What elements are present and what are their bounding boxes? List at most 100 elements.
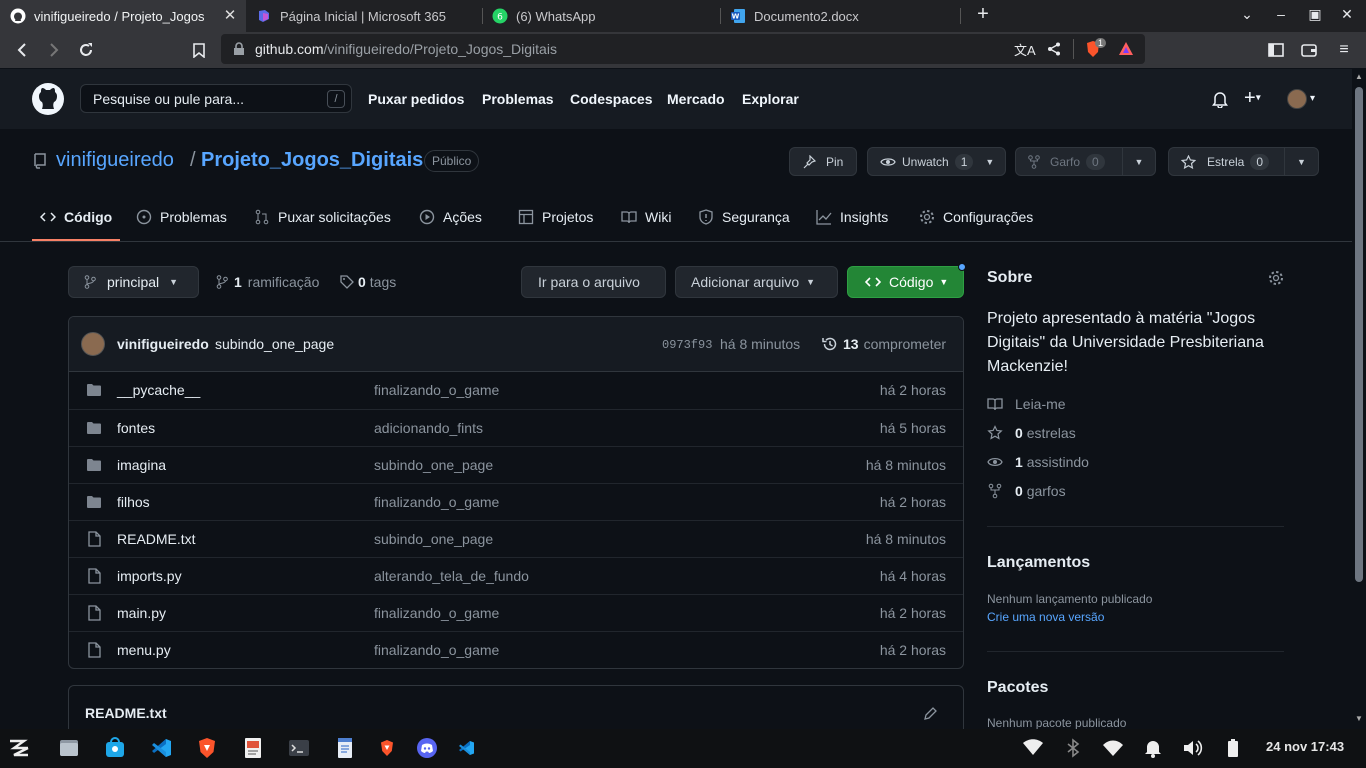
vscode-icon[interactable]	[150, 737, 172, 759]
branches-link[interactable]: 1 ramificação	[216, 274, 319, 290]
search-input[interactable]: Pesquise ou pule para... /	[80, 84, 352, 113]
file-commit-message-link[interactable]: adicionando_fints	[374, 420, 483, 436]
packages-title[interactable]: Pacotes	[987, 679, 1048, 697]
tab-actions[interactable]: Ações	[419, 209, 482, 225]
file-name-link[interactable]: imports.py	[117, 568, 182, 584]
share-icon[interactable]	[1047, 42, 1061, 56]
scroll-up-icon[interactable]: ▲	[1355, 72, 1363, 81]
unwatch-button[interactable]: Unwatch 1 ▼	[867, 147, 1006, 176]
zorin-menu-icon[interactable]	[8, 737, 30, 759]
tab-word[interactable]: W Documento2.docx	[720, 0, 960, 32]
file-commit-message-link[interactable]: subindo_one_page	[374, 531, 493, 547]
fork-button[interactable]: Garfo 0	[1015, 147, 1123, 176]
battery-icon[interactable]	[1222, 737, 1244, 759]
tab-settings[interactable]: Configurações	[919, 209, 1033, 225]
scrollbar-thumb[interactable]	[1355, 87, 1363, 582]
star-button[interactable]: Estrela 0	[1168, 147, 1285, 176]
address-bar[interactable]: github.com/vinifigueiredo/Projeto_Jogos_…	[221, 34, 1145, 64]
file-row[interactable]: README.txt subindo_one_page há 8 minutos	[69, 520, 963, 557]
create-new-icon[interactable]: +▾	[1244, 88, 1261, 109]
repo-name-link[interactable]: Projeto_Jogos_Digitais	[201, 149, 423, 172]
notification-bell-icon[interactable]	[1142, 737, 1164, 759]
minimize-icon[interactable]: –	[1271, 6, 1291, 22]
file-name-link[interactable]: README.txt	[117, 531, 196, 547]
file-commit-message-link[interactable]: finalizando_o_game	[374, 605, 499, 621]
releases-title[interactable]: Lançamentos	[987, 554, 1090, 572]
add-file-button[interactable]: Adicionar arquivo ▼	[675, 266, 838, 298]
tab-list-chevron-icon[interactable]: ⌄	[1237, 6, 1257, 23]
commits-link[interactable]: 13 comprometer	[822, 336, 946, 352]
brave-icon[interactable]	[196, 737, 218, 759]
tags-link[interactable]: 0 tags	[340, 274, 396, 290]
document-viewer-icon[interactable]	[242, 737, 264, 759]
file-name-link[interactable]: imagina	[117, 457, 166, 473]
code-button[interactable]: Código ▼	[847, 266, 964, 298]
nav-pull-requests[interactable]: Puxar pedidos	[368, 91, 464, 107]
pin-button[interactable]: Pin	[789, 147, 857, 176]
file-commit-message-link[interactable]: subindo_one_page	[374, 457, 493, 473]
nav-codespaces[interactable]: Codespaces	[570, 91, 652, 107]
commit-hash-link[interactable]: 0973f93	[662, 338, 712, 352]
file-row[interactable]: imagina subindo_one_page há 8 minutos	[69, 446, 963, 483]
volume-icon[interactable]	[1182, 737, 1204, 759]
nav-marketplace[interactable]: Mercado	[667, 91, 725, 107]
fork-dropdown-button[interactable]: ▼	[1122, 147, 1156, 176]
file-row[interactable]: imports.py alterando_tela_de_fundo há 4 ho…	[69, 557, 963, 594]
github-logo-icon[interactable]	[32, 83, 64, 115]
translate-icon[interactable]: 文A	[1014, 40, 1036, 59]
reload-icon[interactable]	[76, 40, 96, 60]
tab-security[interactable]: Segurança	[698, 209, 790, 225]
network-icon[interactable]	[1022, 737, 1044, 759]
new-tab-icon[interactable]: +	[973, 3, 993, 26]
software-store-icon[interactable]	[104, 737, 126, 759]
text-editor-icon[interactable]	[334, 737, 356, 759]
forward-icon[interactable]	[44, 40, 64, 60]
file-row[interactable]: __pycache__ finalizando_o_game há 2 horas	[69, 372, 963, 409]
readme-link[interactable]: Leia-me	[987, 396, 1066, 412]
bookmark-icon[interactable]	[189, 40, 209, 60]
tab-code[interactable]: Código	[40, 209, 112, 225]
edit-pencil-icon[interactable]	[924, 706, 938, 720]
back-icon[interactable]	[12, 40, 32, 60]
avatar[interactable]	[81, 332, 105, 356]
avatar[interactable]	[1287, 89, 1307, 109]
bell-icon[interactable]	[1212, 91, 1228, 108]
file-name-link[interactable]: filhos	[117, 494, 150, 510]
wifi-icon[interactable]	[1102, 737, 1124, 759]
close-icon[interactable]: ✕	[222, 8, 238, 24]
brave-rewards-icon[interactable]	[1118, 41, 1134, 56]
watchers-link[interactable]: 1 assistindo	[987, 454, 1089, 470]
gear-icon[interactable]	[1268, 270, 1284, 286]
scroll-down-icon[interactable]: ▼	[1355, 714, 1363, 723]
repo-owner-link[interactable]: vinifigueiredo	[56, 149, 174, 172]
nav-explore[interactable]: Explorar	[742, 91, 799, 107]
nav-issues[interactable]: Problemas	[482, 91, 554, 107]
file-row[interactable]: menu.py finalizando_o_game há 2 horas	[69, 631, 963, 668]
brave-icon[interactable]	[376, 737, 398, 759]
tab-m365[interactable]: Página Inicial | Microsoft 365	[246, 0, 482, 32]
tab-pull-requests[interactable]: Puxar solicitações	[254, 209, 391, 225]
tab-wiki[interactable]: Wiki	[621, 209, 671, 225]
tab-github[interactable]: vinifigueiredo / Projeto_Jogos ✕	[0, 0, 246, 32]
lock-icon[interactable]	[233, 42, 245, 56]
file-name-link[interactable]: main.py	[117, 605, 166, 621]
file-name-link[interactable]: menu.py	[117, 642, 171, 658]
file-commit-message-link[interactable]: finalizando_o_game	[374, 382, 499, 398]
terminal-icon[interactable]	[288, 737, 310, 759]
maximize-icon[interactable]: ▣	[1305, 6, 1325, 23]
url-text[interactable]: github.com/vinifigueiredo/Projeto_Jogos_…	[255, 41, 557, 57]
commit-message-link[interactable]: subindo_one_page	[215, 336, 334, 352]
create-release-link[interactable]: Crie uma nova versão	[987, 610, 1104, 624]
file-row[interactable]: fontes adicionando_fints há 5 horas	[69, 409, 963, 446]
discord-icon[interactable]	[416, 737, 438, 759]
tab-whatsapp[interactable]: 6 (6) WhatsApp	[482, 0, 722, 32]
commit-author-link[interactable]: vinifigueiredo	[117, 336, 209, 352]
avatar-chevron-down-icon[interactable]: ▾	[1310, 93, 1315, 104]
vscode-icon[interactable]	[455, 737, 477, 759]
stars-link[interactable]: 0 estrelas	[987, 425, 1076, 441]
window-close-icon[interactable]: ✕	[1337, 6, 1357, 23]
tab-insights[interactable]: Insights	[816, 209, 888, 225]
file-row[interactable]: main.py finalizando_o_game há 2 horas	[69, 594, 963, 631]
page-scrollbar[interactable]: ▲ ▼	[1352, 69, 1366, 729]
file-name-link[interactable]: fontes	[117, 420, 155, 436]
